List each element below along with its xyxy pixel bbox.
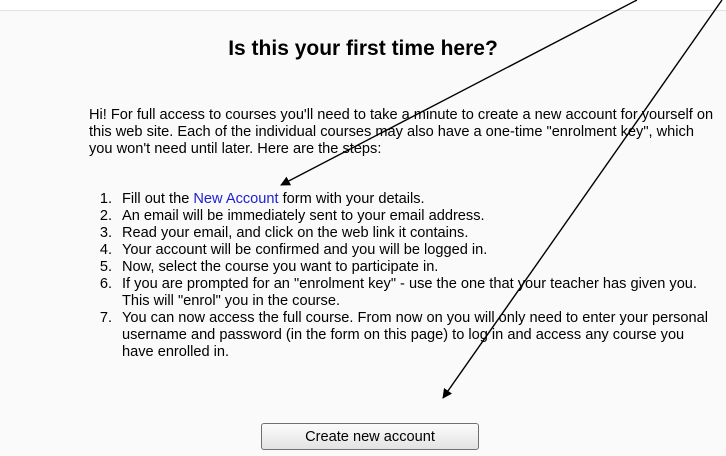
step-number: 7. (99, 310, 112, 326)
step-text: You can now access the full course. From… (122, 310, 708, 360)
list-item: 1. Fill out the New Account form with yo… (89, 191, 719, 208)
list-item: 2. An email will be immediately sent to … (89, 208, 719, 225)
create-new-account-button[interactable]: Create new account (261, 423, 479, 450)
list-item: 5. Now, select the course you want to pa… (89, 259, 719, 276)
step-text: An email will be immediately sent to you… (122, 208, 485, 224)
step-number: 2. (99, 208, 112, 224)
step-number: 6. (99, 276, 112, 292)
intro-text: Hi! For full access to courses you'll ne… (89, 107, 714, 157)
steps-list: 1. Fill out the New Account form with yo… (89, 191, 719, 361)
step-number: 5. (99, 259, 112, 275)
step-number: 4. (99, 242, 112, 258)
step-text: form with your details. (278, 191, 425, 207)
step-text: Now, select the course you want to parti… (122, 259, 439, 275)
list-item: 7. You can now access the full course. F… (89, 310, 719, 361)
step-number: 3. (99, 225, 112, 241)
signup-info-panel: Is this your first time here? Hi! For fu… (0, 10, 726, 456)
list-item: 4. Your account will be confirmed and yo… (89, 242, 719, 259)
step-text: Read your email, and click on the web li… (122, 225, 469, 241)
step-text: Your account will be confirmed and you w… (122, 242, 488, 258)
step-text: If you are prompted for an "enrolment ke… (122, 276, 697, 309)
step-text: Fill out the (122, 191, 194, 207)
list-item: 3. Read your email, and click on the web… (89, 225, 719, 242)
new-account-link[interactable]: New Account (193, 191, 278, 207)
page-title: Is this your first time here? (228, 37, 498, 60)
step-number: 1. (99, 191, 112, 207)
list-item: 6. If you are prompted for an "enrolment… (89, 276, 719, 310)
